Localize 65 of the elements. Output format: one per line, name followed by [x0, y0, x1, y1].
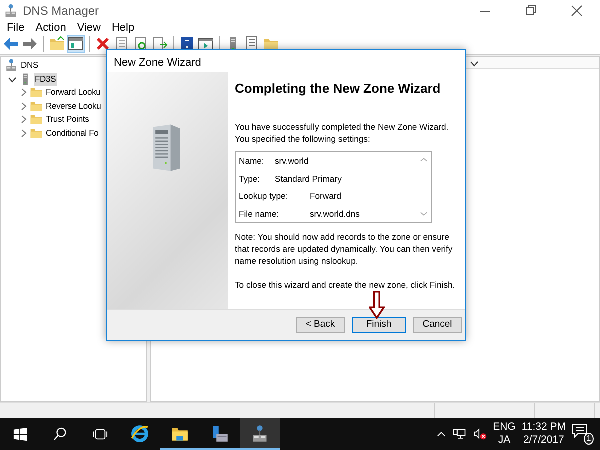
tree-item[interactable]: Trust Points	[45, 113, 90, 126]
browser-icon	[131, 425, 149, 443]
dns-icon	[251, 425, 269, 443]
clock-time[interactable]: 11:32 PM	[522, 421, 566, 434]
taskbar-app[interactable]	[240, 418, 280, 450]
annotation-arrow-icon	[369, 291, 385, 319]
setting-value: Standard Primary	[275, 172, 342, 186]
menu-item[interactable]: File	[2, 22, 30, 34]
notification-button[interactable]: 1	[572, 423, 594, 445]
folder-icon	[30, 86, 43, 100]
dns-icon	[5, 59, 18, 72]
menu-item[interactable]: View	[72, 22, 106, 34]
setting-label: Type:	[239, 172, 262, 186]
language-indicator[interactable]: ENG	[493, 421, 516, 434]
setting-label: File name:	[239, 208, 280, 221]
window-title: DNS Manager	[23, 3, 100, 20]
properties-icon[interactable]	[114, 36, 130, 52]
collapsed-chevron-icon[interactable]	[19, 88, 28, 98]
menu-item[interactable]: Help	[106, 22, 140, 34]
tree-item[interactable]: Conditional Fo	[45, 126, 100, 140]
setting-value: srv.world	[275, 155, 309, 168]
menu-item[interactable]: Action	[30, 22, 72, 34]
refresh-icon[interactable]	[133, 36, 149, 52]
window-icon[interactable]	[198, 36, 214, 52]
notification-count: 1	[584, 433, 594, 445]
tree-item[interactable]: Forward Looku	[45, 86, 102, 100]
intro-text: You have successfully completed the New Zone Wizard. You specified the following settings:	[235, 121, 450, 145]
back-icon[interactable]	[3, 36, 19, 52]
folder-icon	[30, 126, 43, 140]
windows-icon	[12, 426, 28, 442]
tree-item[interactable]: FD3S	[34, 72, 58, 86]
network-icon[interactable]	[453, 427, 468, 441]
dialog-button[interactable]: < Back	[296, 317, 345, 333]
folder-icon	[30, 100, 43, 113]
folder-icon[interactable]	[263, 36, 279, 52]
forward-icon[interactable]	[22, 36, 38, 52]
dialog-button[interactable]: Finish	[352, 317, 406, 333]
task-view-icon	[92, 426, 108, 442]
wizard-heading: Completing the New Zone Wizard	[235, 80, 442, 98]
note-text: Note: You should now add records to the zone or ensure that records are updated dynamically. You can then verify name resolution using nslookup.	[235, 231, 454, 267]
server-manager-icon	[211, 425, 229, 443]
delete-icon[interactable]	[95, 36, 111, 52]
notification-icon	[572, 423, 588, 439]
console-tree-icon[interactable]	[68, 36, 84, 52]
setting-value: Forward	[310, 190, 342, 204]
setting-label: Lookup type:	[239, 190, 290, 204]
collapsed-chevron-icon[interactable]	[19, 128, 28, 138]
server-tower-illustration	[150, 123, 182, 173]
dropdown-chevron-icon[interactable]	[470, 59, 479, 68]
dialog-title: New Zone Wizard	[113, 56, 202, 71]
collapsed-chevron-icon[interactable]	[19, 115, 28, 124]
dialog-button[interactable]: Cancel	[413, 317, 462, 333]
volume-muted-icon[interactable]	[473, 427, 488, 441]
tree-item[interactable]: DNS	[20, 59, 40, 72]
ime-indicator[interactable]: JA	[493, 434, 516, 447]
tree-item[interactable]: Reverse Looku	[45, 100, 102, 113]
search-icon	[52, 426, 68, 442]
closing-text: To close this wizard and create the new zone, click Finish.	[235, 279, 456, 291]
collapsed-chevron-icon[interactable]	[19, 102, 28, 111]
setting-label: Name:	[239, 155, 266, 168]
export-icon[interactable]	[152, 36, 168, 52]
folder-icon	[30, 113, 43, 126]
setting-value: srv.world.dns	[310, 208, 360, 221]
clock-date[interactable]: 2/7/2017	[522, 434, 566, 447]
app-icon	[4, 4, 18, 18]
